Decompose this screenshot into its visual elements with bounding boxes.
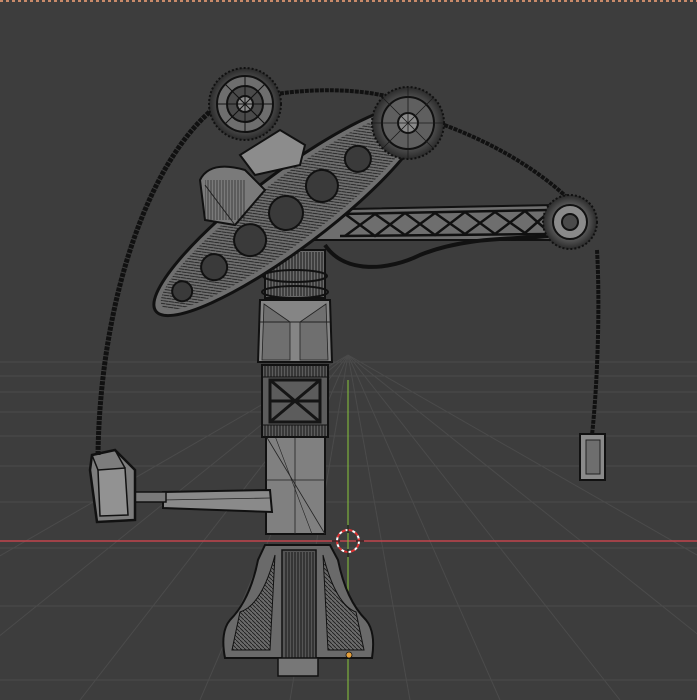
gear-right-pulley[interactable] <box>542 194 598 250</box>
origin-dot-icon <box>345 651 353 659</box>
viewport-canvas[interactable] <box>0 0 697 700</box>
hook-cable[interactable] <box>590 249 601 436</box>
hook-block[interactable] <box>579 433 606 481</box>
right-upper-cable[interactable] <box>429 118 577 207</box>
gear-top-left[interactable] <box>208 67 282 141</box>
3d-viewport[interactable] <box>0 0 697 700</box>
crane-counter-arm[interactable] <box>88 448 274 524</box>
gear-top-center[interactable] <box>371 86 445 160</box>
